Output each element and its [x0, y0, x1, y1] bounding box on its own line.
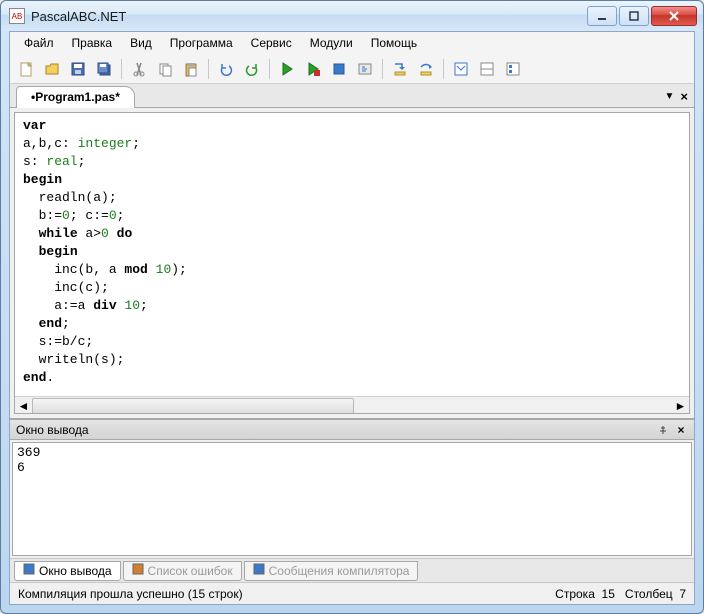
menu-модули[interactable]: Модули [302, 34, 361, 52]
undo-icon [218, 61, 234, 77]
bottom-tab-strip: Окно вывода Список ошибок Сообщения компил… [10, 558, 694, 582]
minimize-icon [596, 11, 608, 21]
tab-close-icon[interactable]: × [680, 89, 688, 104]
new-file-icon [18, 61, 34, 77]
menu-сервис[interactable]: Сервис [243, 34, 300, 52]
tab-icon [253, 563, 265, 578]
menu-помощь[interactable]: Помощь [363, 34, 425, 52]
tab-label: Сообщения компилятора [269, 564, 410, 578]
cut-icon [131, 61, 147, 77]
run-icon [279, 61, 295, 77]
menubar: ФайлПравкаВидПрограммаСервисМодулиПомощь [10, 32, 694, 54]
properties-button[interactable] [501, 57, 525, 81]
toolbar-separator [382, 59, 383, 79]
maximize-button[interactable] [619, 6, 649, 26]
status-line: Строка 15 [555, 587, 615, 601]
save-button[interactable] [66, 57, 90, 81]
output-panel-title: Окно вывода [16, 423, 652, 437]
step-over-button[interactable] [414, 57, 438, 81]
panel-close-icon[interactable]: × [674, 423, 688, 437]
toolbar [10, 54, 694, 84]
paste-button[interactable] [179, 57, 203, 81]
redo-button[interactable] [240, 57, 264, 81]
new-file-button[interactable] [14, 57, 38, 81]
tab-label: Окно вывода [39, 564, 112, 578]
pin-icon[interactable] [656, 423, 670, 437]
save-all-icon [96, 61, 112, 77]
properties-icon [505, 61, 521, 77]
client-area: ФайлПравкаВидПрограммаСервисМодулиПомощь… [9, 31, 695, 605]
step-over-icon [418, 61, 434, 77]
save-all-button[interactable] [92, 57, 116, 81]
save-icon [70, 61, 86, 77]
compile-button[interactable] [353, 57, 377, 81]
toggle-output-icon [453, 61, 469, 77]
scroll-right-icon[interactable]: ► [672, 397, 689, 414]
menu-программа[interactable]: Программа [162, 34, 241, 52]
toolbar-separator [121, 59, 122, 79]
copy-button[interactable] [153, 57, 177, 81]
step-into-icon [392, 61, 408, 77]
titlebar[interactable]: AB PascalABC.NET [1, 1, 703, 31]
editor-tab[interactable]: •Program1.pas* [16, 86, 135, 108]
tab-icon [132, 563, 144, 578]
bottom-tab-окно-вывода[interactable]: Окно вывода [14, 561, 121, 581]
step-into-button[interactable] [388, 57, 412, 81]
tab-dropdown-icon[interactable]: ▼ [665, 91, 675, 102]
output-panel-header[interactable]: Окно вывода × [10, 420, 694, 440]
run-debug-icon [305, 61, 321, 77]
tab-icon [23, 563, 35, 578]
toolbar-separator [208, 59, 209, 79]
app-window: AB PascalABC.NET ФайлПравкаВидПрограммаС… [0, 0, 704, 614]
minimize-button[interactable] [587, 6, 617, 26]
toolbar-separator [269, 59, 270, 79]
horizontal-scrollbar[interactable]: ◄ ► [15, 396, 689, 413]
menu-вид[interactable]: Вид [122, 34, 160, 52]
scroll-left-icon[interactable]: ◄ [15, 397, 32, 414]
toggle-errors-icon [479, 61, 495, 77]
open-file-button[interactable] [40, 57, 64, 81]
status-column: Столбец 7 [625, 587, 686, 601]
copy-icon [157, 61, 173, 77]
run-button[interactable] [275, 57, 299, 81]
run-debug-button[interactable] [301, 57, 325, 81]
app-icon: AB [9, 8, 25, 24]
toggle-output-button[interactable] [449, 57, 473, 81]
scrollbar-thumb[interactable] [32, 398, 672, 413]
output-text[interactable]: 369 6 [12, 442, 692, 556]
window-title: PascalABC.NET [31, 9, 587, 24]
tab-label: Список ошибок [148, 564, 233, 578]
bottom-tab-сообщения-компилятора[interactable]: Сообщения компилятора [244, 561, 419, 581]
toggle-errors-button[interactable] [475, 57, 499, 81]
stop-button[interactable] [327, 57, 351, 81]
paste-icon [183, 61, 199, 77]
tab-strip: •Program1.pas* ▼ × [10, 84, 694, 108]
menu-файл[interactable]: Файл [16, 34, 62, 52]
menu-правка[interactable]: Правка [64, 34, 121, 52]
output-panel: Окно вывода × 369 6 [10, 418, 694, 558]
bottom-tab-список-ошибок[interactable]: Список ошибок [123, 561, 242, 581]
close-icon [668, 11, 680, 21]
stop-icon [331, 61, 347, 77]
code-editor[interactable]: vara,b,c: integer;s: real;begin readln(a… [14, 112, 690, 414]
maximize-icon [628, 11, 640, 21]
compile-icon [357, 61, 373, 77]
cut-button[interactable] [127, 57, 151, 81]
status-message: Компиляция прошла успешно (15 строк) [18, 587, 555, 601]
toolbar-separator [443, 59, 444, 79]
redo-icon [244, 61, 260, 77]
statusbar: Компиляция прошла успешно (15 строк) Стр… [10, 582, 694, 604]
undo-button[interactable] [214, 57, 238, 81]
close-button[interactable] [651, 6, 697, 26]
open-file-icon [44, 61, 60, 77]
